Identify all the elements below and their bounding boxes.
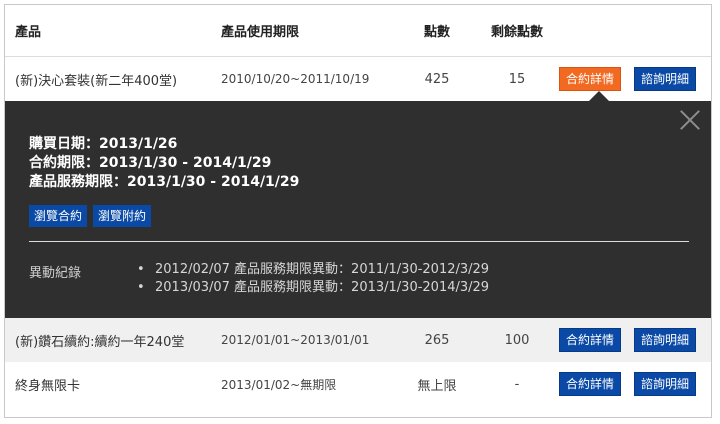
- row-period: 2010/10/20~2011/10/19: [221, 72, 370, 86]
- contracts-panel: 產品 產品使用期限 點數 剩餘點數 (新)決心套裝(新二年400堂) 2010/…: [4, 4, 712, 418]
- divider: [29, 241, 689, 242]
- change-log-label: 異動紀錄: [29, 266, 82, 281]
- row-product: (新)決心套裝(新二年400堂): [15, 73, 178, 89]
- close-icon[interactable]: [679, 109, 701, 131]
- row-remaining: 100: [504, 332, 530, 348]
- view-appendix-button[interactable]: 瀏覽附約: [93, 205, 152, 227]
- header-remaining: 剩餘點數: [490, 25, 543, 40]
- header-period: 產品使用期限: [221, 25, 300, 40]
- table-row: 終身無限卡 2013/01/02~無期限 無上限 - 合約詳情 諮詢明細: [5, 362, 711, 406]
- view-contract-button[interactable]: 瀏覽合約: [29, 205, 88, 227]
- contract-details-button[interactable]: 合約詳情: [559, 328, 622, 352]
- row-product: (新)鑽石續約:續約一年240堂: [15, 334, 185, 350]
- detail-pointer: [589, 91, 609, 101]
- row-points: 265: [424, 332, 450, 348]
- row-remaining: -: [514, 376, 520, 392]
- contract-detail-panel: 購買日期：2013/1/26 合約期限：2013/1/30 - 2014/1/2…: [5, 101, 711, 318]
- contract-info: 購買日期：2013/1/26 合約期限：2013/1/30 - 2014/1/2…: [29, 135, 299, 192]
- service-period: 產品服務期限：2013/1/30 - 2014/1/29: [29, 174, 300, 190]
- contract-links: 瀏覽合約 瀏覽附約: [29, 205, 152, 227]
- row-remaining: 15: [508, 71, 526, 87]
- consultation-details-button[interactable]: 諮詢明細: [634, 328, 697, 352]
- contract-details-button[interactable]: 合約詳情: [559, 67, 622, 91]
- contract-period: 合約期限：2013/1/30 - 2014/1/29: [29, 155, 272, 171]
- contract-details-button[interactable]: 合約詳情: [559, 372, 622, 396]
- row-period: 2013/01/02~無期限: [221, 377, 337, 392]
- consultation-details-button[interactable]: 諮詢明細: [634, 372, 697, 396]
- row-product: 終身無限卡: [15, 378, 81, 394]
- list-item: 2013/03/07 產品服務期限異動：2013/1/30-2014/3/29: [137, 279, 489, 297]
- row-points: 無上限: [417, 378, 457, 394]
- list-item: 2012/02/07 產品服務期限異動：2011/1/30-2012/3/29: [137, 261, 489, 279]
- row-points: 425: [424, 71, 450, 87]
- change-log-list: 2012/02/07 產品服務期限異動：2011/1/30-2012/3/29 …: [137, 261, 489, 297]
- table-row: (新)鑽石續約:續約一年240堂 2012/01/01~2013/01/01 2…: [5, 318, 711, 362]
- purchase-date: 購買日期：2013/1/26: [29, 136, 178, 152]
- table-header: 產品 產品使用期限 點數 剩餘點數: [5, 5, 711, 57]
- header-product: 產品: [15, 25, 42, 40]
- consultation-details-button[interactable]: 諮詢明細: [634, 67, 697, 91]
- row-period: 2012/01/01~2013/01/01: [221, 333, 370, 347]
- header-points: 點數: [423, 25, 450, 40]
